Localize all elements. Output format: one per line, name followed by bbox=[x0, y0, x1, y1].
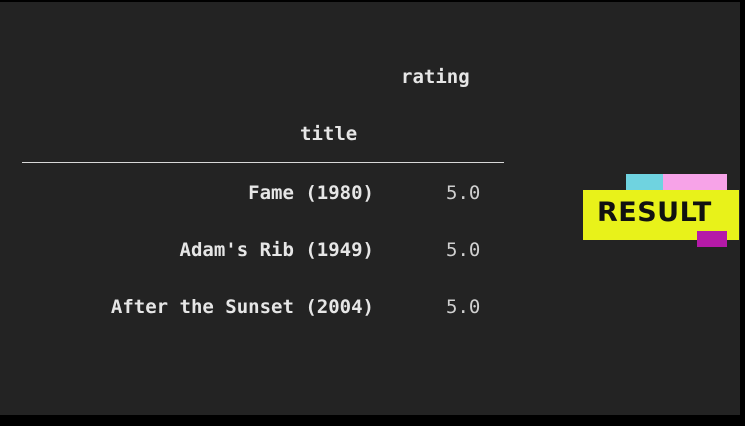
cyan-tape-decoration bbox=[626, 174, 663, 191]
result-badge: RESULT bbox=[583, 173, 743, 253]
badge-label: RESULT bbox=[597, 197, 712, 228]
row-rating: 5.0 bbox=[446, 239, 481, 261]
row-rating: 5.0 bbox=[446, 296, 481, 318]
window: rating title Fame (1980) 5.0 Adam's Rib … bbox=[0, 0, 745, 426]
row-title: Fame (1980) bbox=[248, 182, 374, 204]
index-header-title: title bbox=[300, 123, 358, 145]
row-title: After the Sunset (2004) bbox=[110, 296, 374, 318]
column-header-rating: rating bbox=[401, 66, 470, 88]
row-title: Adam's Rib (1949) bbox=[179, 239, 374, 261]
row-rating: 5.0 bbox=[446, 182, 481, 204]
header-divider bbox=[22, 162, 504, 163]
pink-tape-decoration bbox=[663, 174, 727, 191]
magenta-tape-decoration bbox=[697, 231, 727, 247]
